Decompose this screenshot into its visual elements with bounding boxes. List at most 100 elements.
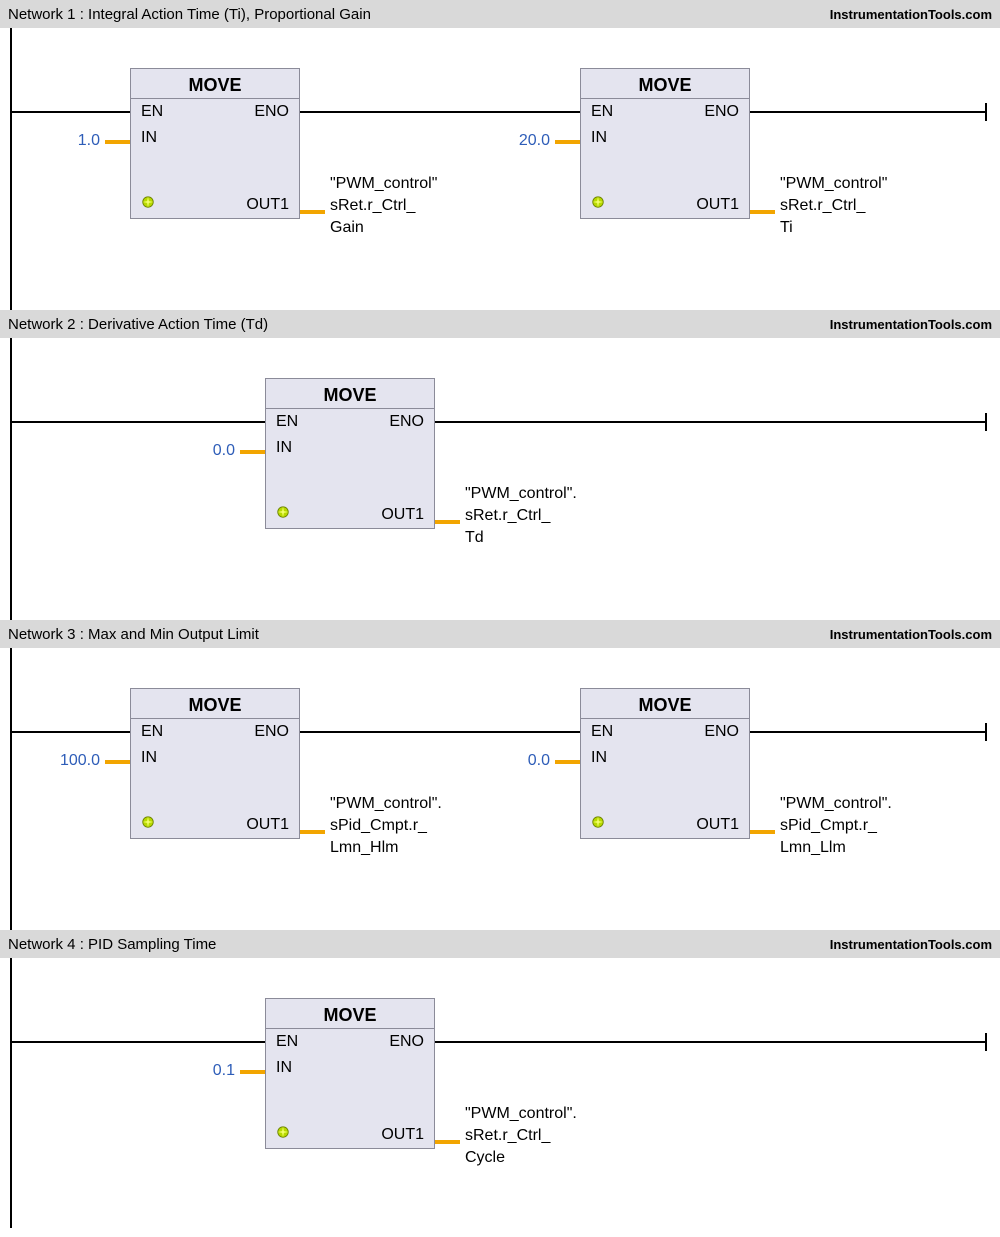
star-icon (141, 195, 155, 209)
block-type: MOVE (266, 999, 434, 1029)
out-label: OUT1 (381, 506, 424, 524)
power-rail-left (10, 338, 12, 620)
rung-wire (11, 111, 130, 113)
network-4: Network 4 : PID Sampling Time Instrument… (0, 930, 1000, 1228)
en-label: EN (141, 723, 163, 741)
network-header: Network 3 : Max and Min Output Limit Ins… (0, 620, 1000, 648)
out-value: "PWM_control". sRet.r_Ctrl_ Td (465, 483, 577, 549)
out-label: OUT1 (696, 816, 739, 834)
rung-wire (750, 731, 985, 733)
in-value: 1.0 (50, 132, 100, 150)
eno-label: ENO (254, 723, 289, 741)
network-title: Network 4 : PID Sampling Time (8, 936, 216, 953)
network-header: Network 4 : PID Sampling Time Instrument… (0, 930, 1000, 958)
en-label: EN (276, 1033, 298, 1051)
in-wire (240, 450, 265, 454)
eno-label: ENO (254, 103, 289, 121)
rung-wire (11, 421, 265, 423)
move-block: MOVE EN ENO IN OUT1 (265, 998, 435, 1149)
move-block: MOVE EN ENO IN OUT1 (580, 68, 750, 219)
watermark: InstrumentationTools.com (830, 627, 992, 642)
in-value: 100.0 (40, 752, 100, 770)
in-label: IN (591, 749, 607, 767)
rung-wire (11, 731, 130, 733)
star-icon (141, 815, 155, 829)
en-label: EN (591, 723, 613, 741)
in-wire (240, 1070, 265, 1074)
in-label: IN (141, 749, 157, 767)
in-value: 0.1 (185, 1062, 235, 1080)
out-value: "PWM_control" sRet.r_Ctrl_ Gain (330, 173, 437, 239)
power-rail-left (10, 28, 12, 310)
power-rail-left (10, 958, 12, 1228)
network-body: MOVE EN ENO IN OUT1 1.0 "PWM_control" sR… (0, 28, 1000, 310)
rung-wire (300, 731, 580, 733)
network-header: Network 2 : Derivative Action Time (Td) … (0, 310, 1000, 338)
out-label: OUT1 (696, 196, 739, 214)
network-body: MOVE EN ENO IN OUT1 0.1 "PWM_control". s… (0, 958, 1000, 1228)
network-3: Network 3 : Max and Min Output Limit Ins… (0, 620, 1000, 930)
en-label: EN (141, 103, 163, 121)
star-icon (276, 1125, 290, 1139)
watermark: InstrumentationTools.com (830, 317, 992, 332)
block-type: MOVE (581, 689, 749, 719)
move-block: MOVE EN ENO IN OUT1 (130, 688, 300, 839)
out-wire (750, 830, 775, 834)
block-type: MOVE (581, 69, 749, 99)
watermark: InstrumentationTools.com (830, 937, 992, 952)
in-value: 0.0 (185, 442, 235, 460)
out-wire (300, 210, 325, 214)
in-wire (555, 140, 580, 144)
block-type: MOVE (131, 689, 299, 719)
in-wire (105, 760, 130, 764)
network-2: Network 2 : Derivative Action Time (Td) … (0, 310, 1000, 620)
network-body: MOVE EN ENO IN OUT1 0.0 "PWM_control". s… (0, 338, 1000, 620)
star-icon (591, 195, 605, 209)
out-label: OUT1 (246, 816, 289, 834)
network-1: Network 1 : Integral Action Time (Ti), P… (0, 0, 1000, 310)
rung-wire (435, 421, 985, 423)
network-title: Network 1 : Integral Action Time (Ti), P… (8, 6, 371, 23)
in-label: IN (276, 1059, 292, 1077)
eno-label: ENO (389, 413, 424, 431)
rung-wire (750, 111, 985, 113)
network-title: Network 3 : Max and Min Output Limit (8, 626, 259, 643)
power-rail-left (10, 648, 12, 930)
network-title: Network 2 : Derivative Action Time (Td) (8, 316, 268, 333)
in-value: 20.0 (500, 132, 550, 150)
out-value: "PWM_control". sRet.r_Ctrl_ Cycle (465, 1103, 577, 1169)
in-wire (105, 140, 130, 144)
out-wire (750, 210, 775, 214)
eno-label: ENO (704, 103, 739, 121)
out-label: OUT1 (381, 1126, 424, 1144)
eno-label: ENO (389, 1033, 424, 1051)
en-label: EN (591, 103, 613, 121)
block-type: MOVE (266, 379, 434, 409)
out-wire (435, 1140, 460, 1144)
rung-terminator (985, 103, 987, 121)
rung-wire (300, 111, 580, 113)
move-block: MOVE EN ENO IN OUT1 (265, 378, 435, 529)
network-body: MOVE EN ENO IN OUT1 100.0 "PWM_control".… (0, 648, 1000, 930)
star-icon (276, 505, 290, 519)
out-label: OUT1 (246, 196, 289, 214)
out-wire (435, 520, 460, 524)
rung-terminator (985, 413, 987, 431)
rung-wire (435, 1041, 985, 1043)
in-label: IN (591, 129, 607, 147)
star-icon (591, 815, 605, 829)
out-value: "PWM_control" sRet.r_Ctrl_ Ti (780, 173, 887, 239)
out-wire (300, 830, 325, 834)
in-wire (555, 760, 580, 764)
en-label: EN (276, 413, 298, 431)
eno-label: ENO (704, 723, 739, 741)
move-block: MOVE EN ENO IN OUT1 (130, 68, 300, 219)
out-value: "PWM_control". sPid_Cmpt.r_ Lmn_Llm (780, 793, 892, 859)
network-header: Network 1 : Integral Action Time (Ti), P… (0, 0, 1000, 28)
move-block: MOVE EN ENO IN OUT1 (580, 688, 750, 839)
block-type: MOVE (131, 69, 299, 99)
in-value: 0.0 (500, 752, 550, 770)
watermark: InstrumentationTools.com (830, 7, 992, 22)
out-value: "PWM_control". sPid_Cmpt.r_ Lmn_Hlm (330, 793, 442, 859)
rung-terminator (985, 723, 987, 741)
